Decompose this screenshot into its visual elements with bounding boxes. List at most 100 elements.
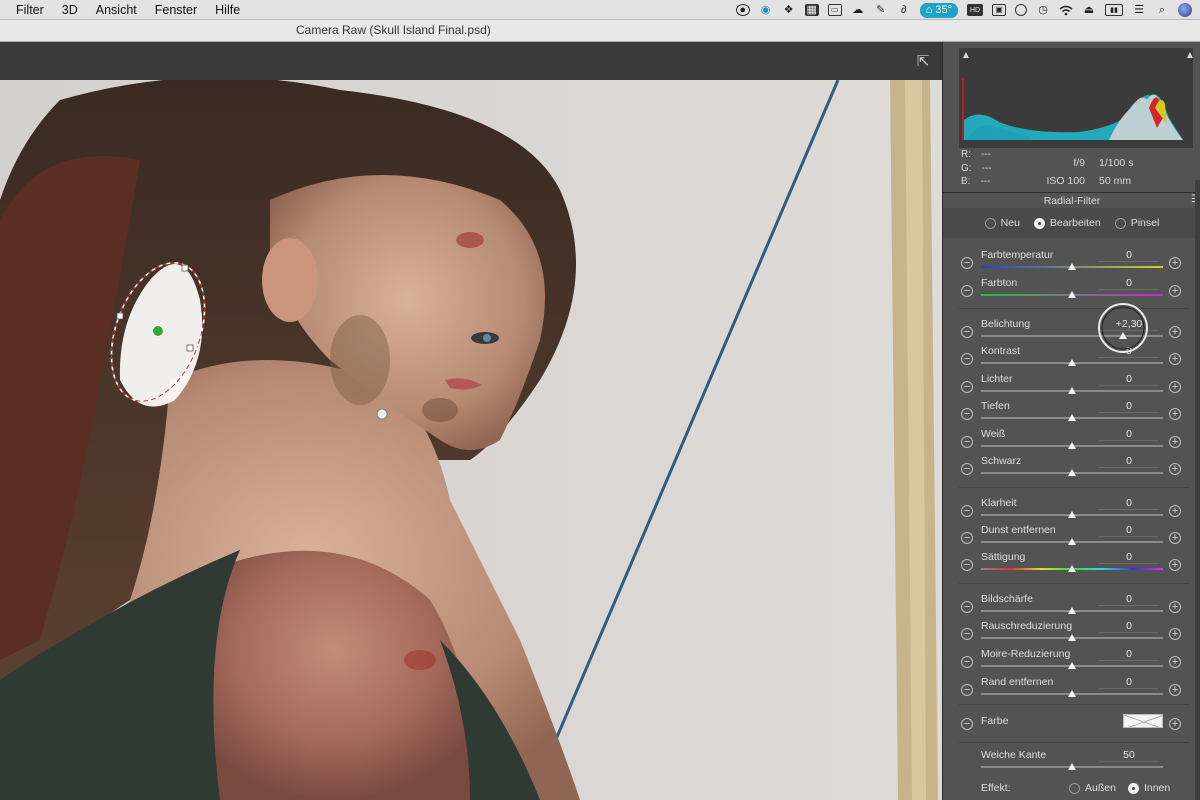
slider-value[interactable]: 0: [1099, 620, 1159, 633]
airplay-icon[interactable]: ⏏: [1082, 4, 1096, 16]
evernote-icon[interactable]: ✎: [874, 4, 888, 16]
increase-icon[interactable]: +: [1169, 408, 1181, 420]
slider-value[interactable]: 0: [1099, 497, 1159, 510]
slider-thumb[interactable]: [1068, 291, 1076, 298]
image-canvas[interactable]: [0, 80, 942, 800]
increase-icon[interactable]: +: [1169, 326, 1181, 338]
decrease-icon[interactable]: −: [961, 628, 973, 640]
decrease-icon[interactable]: −: [961, 684, 973, 696]
feather-value[interactable]: 50: [1099, 749, 1159, 762]
circle-icon[interactable]: [1015, 4, 1027, 16]
slider-thumb[interactable]: [1068, 387, 1076, 394]
slider-thumb[interactable]: [1068, 690, 1076, 697]
panel-scrollbar[interactable]: [1195, 180, 1200, 800]
decrease-icon[interactable]: −: [961, 601, 973, 613]
slider-value[interactable]: 0: [1099, 676, 1159, 689]
increase-icon[interactable]: +: [1169, 628, 1181, 640]
decrease-icon[interactable]: −: [961, 408, 973, 420]
increase-icon[interactable]: +: [1169, 559, 1181, 571]
shadow-clipping-icon[interactable]: ▲: [960, 50, 972, 61]
decrease-icon[interactable]: −: [961, 326, 973, 338]
slider-thumb[interactable]: [1068, 538, 1076, 545]
decrease-icon[interactable]: −: [961, 505, 973, 517]
effect-outside[interactable]: Außen: [1069, 782, 1116, 794]
slider-value[interactable]: 0: [1099, 428, 1159, 441]
decrease-icon[interactable]: −: [961, 353, 973, 365]
filter-handle-right[interactable]: [186, 344, 194, 352]
display-icon[interactable]: ☰: [1132, 4, 1146, 16]
increase-icon[interactable]: +: [1169, 285, 1181, 297]
wifi-icon[interactable]: [1059, 4, 1073, 16]
increase-icon[interactable]: +: [1169, 436, 1181, 448]
mode-neu[interactable]: Neu: [984, 217, 1020, 229]
slider-thumb[interactable]: [1068, 359, 1076, 366]
filter-handle-top[interactable]: [181, 264, 189, 272]
mode-bearbeiten[interactable]: Bearbeiten: [1033, 217, 1101, 229]
slider-thumb[interactable]: [1068, 662, 1076, 669]
calendar-icon[interactable]: ▦: [804, 4, 819, 16]
time-machine-icon[interactable]: ◷: [1036, 4, 1050, 16]
increase-icon[interactable]: +: [1169, 656, 1181, 668]
menu-ansicht[interactable]: Ansicht: [87, 3, 146, 17]
filter-pin-inactive[interactable]: [376, 408, 388, 420]
filter-handle-left[interactable]: [116, 312, 124, 320]
increase-icon[interactable]: +: [1169, 532, 1181, 544]
slider-value[interactable]: 0: [1099, 373, 1159, 386]
slider-value[interactable]: 0: [1099, 277, 1159, 290]
menu-filter[interactable]: Filter: [0, 3, 53, 17]
slider-thumb[interactable]: [1068, 634, 1076, 641]
effect-inside[interactable]: Innen: [1127, 782, 1170, 794]
increase-icon[interactable]: +: [1169, 257, 1181, 269]
increase-icon[interactable]: +: [1169, 381, 1181, 393]
decrease-icon[interactable]: −: [961, 463, 973, 475]
slider-value[interactable]: 0: [1099, 455, 1159, 468]
slider-value[interactable]: 0: [1099, 551, 1159, 564]
record-icon[interactable]: ●: [735, 4, 750, 16]
increase-icon[interactable]: +: [1169, 463, 1181, 475]
color-swatch[interactable]: [1123, 714, 1163, 728]
window-icon[interactable]: ▣: [992, 4, 1006, 16]
search-icon[interactable]: ⌕: [1155, 4, 1169, 16]
increase-icon[interactable]: +: [1169, 601, 1181, 613]
slider-value[interactable]: 0: [1099, 524, 1159, 537]
temperature-badge[interactable]: ⌂ 35°: [919, 2, 958, 18]
feather-thumb[interactable]: [1068, 763, 1076, 770]
slider-value[interactable]: 0: [1099, 593, 1159, 606]
highlight-clipping-icon[interactable]: ▲: [1184, 50, 1196, 61]
slider-thumb[interactable]: [1068, 263, 1076, 270]
hd-icon[interactable]: HD: [967, 4, 983, 16]
increase-icon[interactable]: +: [1169, 718, 1181, 730]
cast-icon[interactable]: ▭: [827, 4, 842, 16]
menu-fenster[interactable]: Fenster: [146, 3, 206, 17]
slider-thumb[interactable]: [1068, 442, 1076, 449]
slider-value[interactable]: 0: [1099, 249, 1159, 262]
user-avatar[interactable]: [1178, 3, 1192, 17]
toggle-fullscreen-icon[interactable]: ⇱: [914, 54, 932, 70]
increase-icon[interactable]: +: [1169, 684, 1181, 696]
decrease-icon[interactable]: −: [961, 436, 973, 448]
decrease-icon[interactable]: −: [961, 559, 973, 571]
menu-hilfe[interactable]: Hilfe: [206, 3, 249, 17]
increase-icon[interactable]: +: [1169, 505, 1181, 517]
mode-pinsel[interactable]: Pinsel: [1114, 217, 1159, 229]
decrease-icon[interactable]: −: [961, 257, 973, 269]
menu-3d[interactable]: 3D: [53, 3, 87, 17]
slider-thumb[interactable]: [1068, 414, 1076, 421]
increase-icon[interactable]: +: [1169, 353, 1181, 365]
slider-value[interactable]: 0: [1099, 400, 1159, 413]
globe-icon[interactable]: ◉: [759, 4, 773, 16]
signature-icon[interactable]: ∂: [897, 4, 911, 16]
decrease-icon[interactable]: −: [961, 285, 973, 297]
slider-value[interactable]: 0: [1099, 648, 1159, 661]
decrease-icon[interactable]: −: [961, 532, 973, 544]
dropbox-icon[interactable]: ❖: [782, 4, 796, 16]
decrease-icon[interactable]: −: [961, 381, 973, 393]
slider-thumb[interactable]: [1068, 511, 1076, 518]
decrease-icon[interactable]: −: [961, 656, 973, 668]
filter-pin-active[interactable]: [152, 325, 164, 337]
slider-thumb[interactable]: [1068, 565, 1076, 572]
slider-thumb[interactable]: [1068, 607, 1076, 614]
cloud-icon[interactable]: ☁: [851, 4, 865, 16]
decrease-icon[interactable]: −: [961, 718, 973, 730]
slider-thumb[interactable]: [1068, 469, 1076, 476]
